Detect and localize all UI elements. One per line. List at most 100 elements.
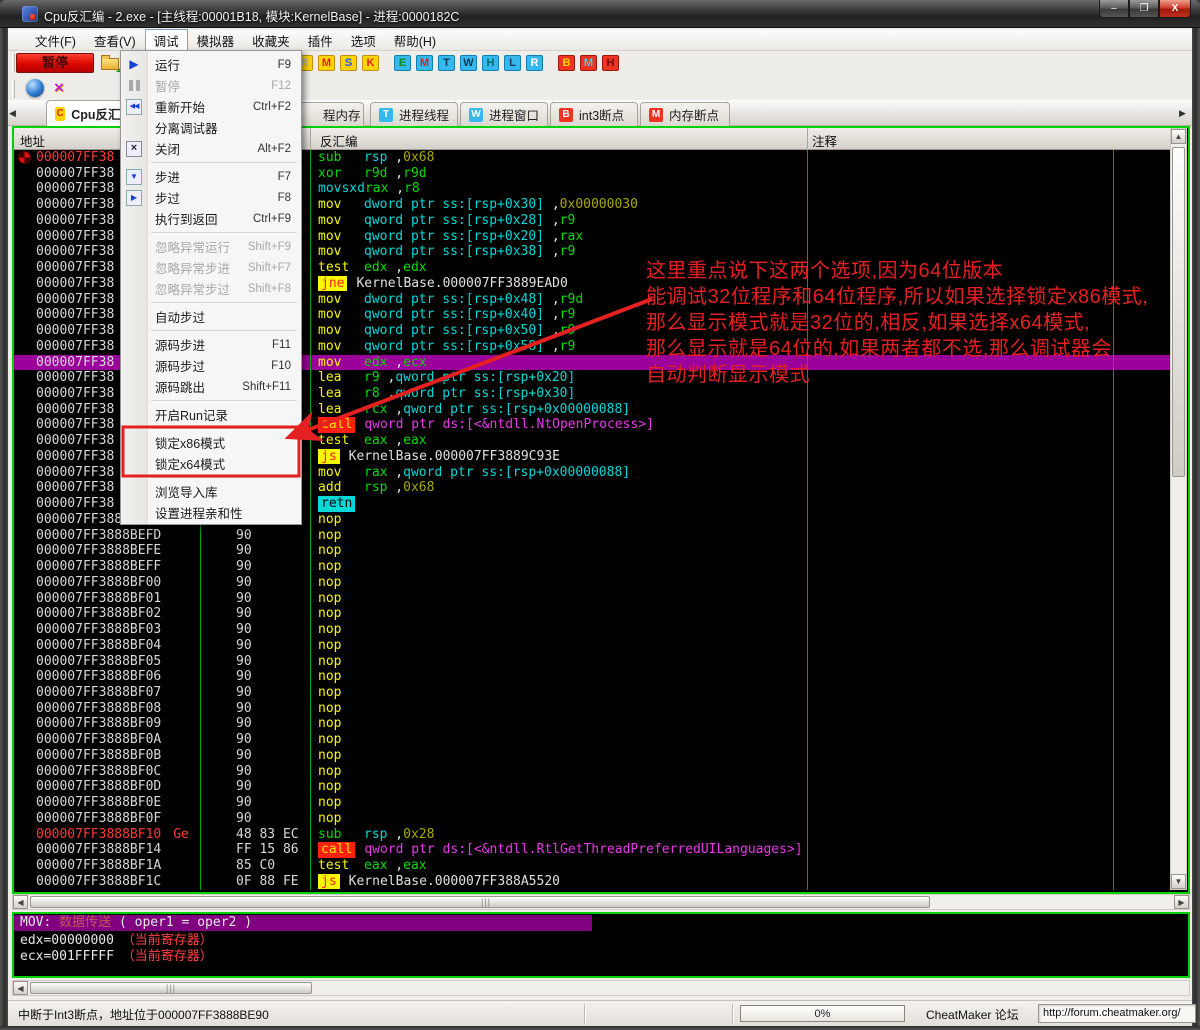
maximize-button[interactable]: ❐ — [1129, 0, 1159, 18]
menu-item-源码步进[interactable]: 源码步进F11 — [121, 334, 301, 355]
disasm-row[interactable]: 000007FF3888BF0D90nop — [14, 779, 1170, 795]
address-cell: 000007FF3888BF00 — [14, 575, 200, 591]
tab-int3断点[interactable]: Bint3断点 — [550, 102, 638, 126]
forum-url-link[interactable]: http://forum.cheatmaker.org/ — [1038, 1004, 1196, 1023]
menubar-item-文件F[interactable]: 文件(F) — [26, 29, 85, 52]
title-bar[interactable]: Cpu反汇编 - 2.exe - [主线程:00001B18, 模块:Kerne… — [0, 0, 1200, 28]
menu-item-开启Run记录[interactable]: 开启Run记录 — [121, 404, 301, 425]
letter-button-H[interactable]: H — [482, 55, 499, 71]
menu-item-源码跳出[interactable]: 源码跳出Shift+F11 — [121, 376, 301, 397]
scroll-left-icon[interactable]: ◀ — [13, 981, 28, 995]
letter-button-E[interactable]: E — [394, 55, 411, 71]
menu-item-设置进程亲和性[interactable]: 设置进程亲和性 — [121, 502, 301, 523]
scroll-up-icon[interactable]: ▲ — [1171, 129, 1186, 144]
pause-button[interactable]: 暂停 — [16, 53, 94, 73]
disasm-row[interactable]: 000007FF3888BF0690nop — [14, 669, 1170, 685]
menubar-item-插件[interactable]: 插件 — [299, 29, 342, 52]
disasm-row[interactable]: 000007FF3888BF0B90nop — [14, 748, 1170, 764]
instruction-cell: xorr9d ,r9d — [310, 166, 1170, 182]
letter-button-L[interactable]: L — [504, 55, 521, 71]
scroll-right-icon[interactable]: ▶ — [1174, 895, 1189, 909]
bytes-cell: 90 — [200, 575, 310, 591]
disasm-row[interactable]: 000007FF3888BF1C0F 88 FEjsKernelBase.000… — [14, 874, 1170, 890]
tab-scroll-right[interactable]: ▶ — [1176, 106, 1189, 120]
menubar-item-模拟器[interactable]: 模拟器 — [188, 29, 244, 52]
menu-item-关闭[interactable]: ×关闭Alt+F2 — [121, 138, 301, 159]
menu-item-浏览导入库[interactable]: 浏览导入库 — [121, 481, 301, 502]
letter-button-R[interactable]: R — [526, 55, 543, 71]
tab-进程线程[interactable]: T进程线程 — [370, 102, 458, 126]
minimize-button[interactable]: – — [1099, 0, 1129, 18]
tab-scroll-left[interactable]: ◀ — [6, 106, 19, 120]
menu-item-重新开始[interactable]: ◀◀重新开始Ctrl+F2 — [121, 96, 301, 117]
column-divider[interactable] — [310, 128, 311, 150]
disasm-row[interactable]: 000007FF3888BF0890nop — [14, 701, 1170, 717]
menubar-item-收藏夹[interactable]: 收藏夹 — [243, 29, 299, 52]
disasm-row[interactable]: 000007FF3888BF0C90nop — [14, 764, 1170, 780]
tab-内存断点[interactable]: M内存断点 — [640, 102, 730, 126]
toolbar-grip[interactable] — [12, 54, 15, 72]
toolbar-grip[interactable] — [12, 80, 15, 98]
disasm-row[interactable]: 000007FF3888BF0190nop — [14, 591, 1170, 607]
operand: qword ptr ss:[rsp+0x28] — [364, 213, 544, 228]
disasm-row[interactable]: 000007FF3888BF0490nop — [14, 638, 1170, 654]
scroll-down-icon[interactable]: ▼ — [1171, 874, 1186, 889]
disasm-row[interactable]: 000007FF3888BF0A90nop — [14, 732, 1170, 748]
menu-item-锁定x86模式[interactable]: 锁定x86模式 — [121, 432, 301, 453]
open-file-icon[interactable] — [100, 54, 122, 72]
cut-icon[interactable]: × — [50, 79, 68, 97]
menu-item-自动步过[interactable]: 自动步过 — [121, 306, 301, 327]
scan-icon[interactable] — [26, 79, 44, 97]
disasm-row[interactable]: 000007FF3888BF0990nop — [14, 716, 1170, 732]
disasm-row[interactable]: 000007FF3888BF0290nop — [14, 606, 1170, 622]
menubar-item-查看V[interactable]: 查看(V) — [85, 29, 145, 52]
menubar-item-选项[interactable]: 选项 — [342, 29, 385, 52]
letter-button-T[interactable]: T — [438, 55, 455, 71]
letter-button-K[interactable]: K — [362, 55, 379, 71]
vertical-scrollbar[interactable]: ▲ ▼ — [1170, 128, 1187, 890]
vertical-scroll-thumb[interactable] — [1172, 147, 1185, 477]
disasm-row[interactable]: 000007FF3888BF0F90nop — [14, 811, 1170, 827]
menu-item-暂停[interactable]: 暂停F12 — [121, 75, 301, 96]
menu-item-步过[interactable]: ▶步过F8 — [121, 187, 301, 208]
info-scroll-thumb[interactable]: ||| — [30, 982, 312, 994]
horizontal-scroll-thumb[interactable]: ||| — [30, 896, 930, 908]
menu-item-label: 重新开始 — [155, 97, 205, 116]
disasm-row[interactable]: 000007FF3888BF14FF 15 86callqword ptr ds… — [14, 842, 1170, 858]
breakpoint-icon[interactable] — [18, 151, 31, 164]
menu-item-忽略异常步过[interactable]: 忽略异常步过Shift+F8 — [121, 278, 301, 299]
disasm-row[interactable]: 000007FF3888BF10Ge48 83 ECsubrsp ,0x28 — [14, 827, 1170, 843]
disasm-row[interactable]: 000007FF3888BEFE90nop — [14, 543, 1170, 559]
disasm-row[interactable]: 000007FF3888BF0590nop — [14, 654, 1170, 670]
letter-button-M[interactable]: M — [318, 55, 335, 71]
disasm-row[interactable]: 000007FF3888BF0390nop — [14, 622, 1170, 638]
disasm-row[interactable]: 000007FF3888BF0790nop — [14, 685, 1170, 701]
menu-item-锁定x64模式[interactable]: 锁定x64模式 — [121, 453, 301, 474]
letter-button-M[interactable]: M — [416, 55, 433, 71]
horizontal-scrollbar[interactable]: ◀ ||| ▶ — [12, 894, 1190, 910]
letter-button-H[interactable]: H — [602, 55, 619, 71]
menu-item-分离调试器[interactable]: 分离调试器 — [121, 117, 301, 138]
letter-button-M[interactable]: M — [580, 55, 597, 71]
letter-button-W[interactable]: W — [460, 55, 477, 71]
disasm-row[interactable]: 000007FF3888BF1A85 C0testeax ,eax — [14, 858, 1170, 874]
close-button[interactable]: X — [1159, 0, 1191, 18]
tab-进程窗口[interactable]: W进程窗口 — [460, 102, 548, 126]
menu-item-忽略异常步进[interactable]: 忽略异常步进Shift+F7 — [121, 257, 301, 278]
info-horizontal-scrollbar[interactable]: ◀ ||| — [12, 980, 1190, 996]
menu-item-步进[interactable]: ▼步进F7 — [121, 166, 301, 187]
menu-item-执行到返回[interactable]: 执行到返回Ctrl+F9 — [121, 208, 301, 229]
menu-item-运行[interactable]: ▶运行F9 — [121, 54, 301, 75]
letter-button-B[interactable]: B — [558, 55, 575, 71]
menu-item-源码步过[interactable]: 源码步过F10 — [121, 355, 301, 376]
disasm-row[interactable]: 000007FF3888BEFD90nop — [14, 528, 1170, 544]
menubar-item-调试[interactable]: 调试 — [145, 29, 188, 52]
disasm-row[interactable]: 000007FF3888BF0E90nop — [14, 795, 1170, 811]
letter-button-S[interactable]: S — [340, 55, 357, 71]
disasm-row[interactable]: 000007FF3888BEFF90nop — [14, 559, 1170, 575]
menubar-item-帮助H[interactable]: 帮助(H) — [385, 29, 445, 52]
disasm-row[interactable]: 000007FF3888BF0090nop — [14, 575, 1170, 591]
column-divider[interactable] — [807, 128, 808, 150]
scroll-left-icon[interactable]: ◀ — [13, 895, 28, 909]
menu-item-忽略异常运行[interactable]: 忽略异常运行Shift+F9 — [121, 236, 301, 257]
